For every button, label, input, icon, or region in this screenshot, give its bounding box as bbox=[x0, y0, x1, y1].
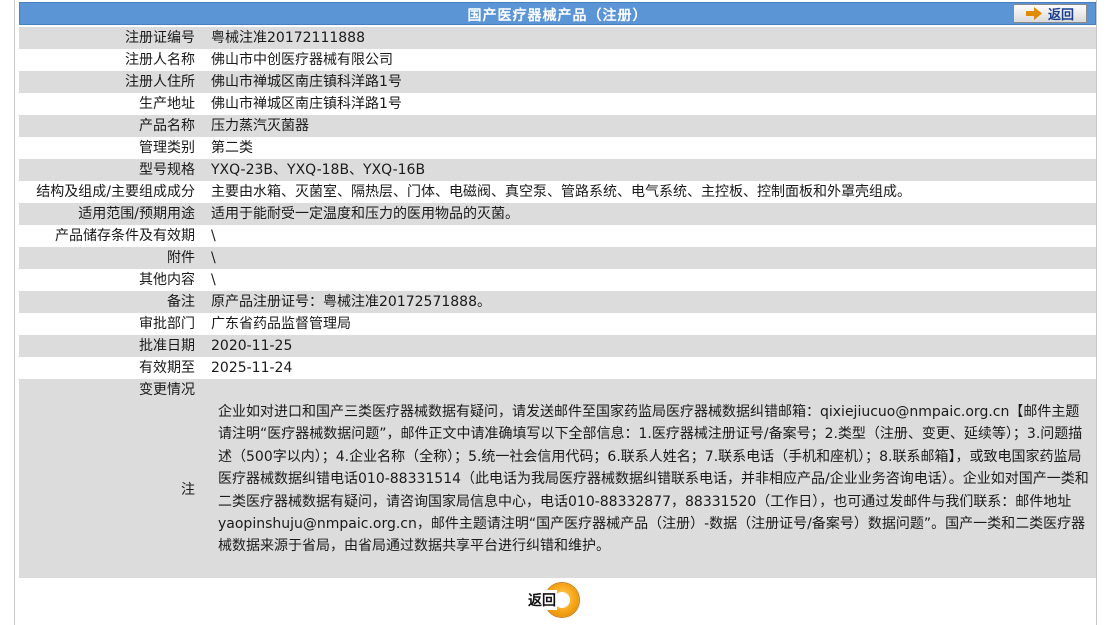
row-value: 广东省药品监督管理局 bbox=[203, 313, 1096, 335]
row-value: \ bbox=[203, 247, 1096, 269]
table-row: 其他内容 \ bbox=[19, 269, 1096, 291]
row-value: 2025-11-24 bbox=[203, 357, 1096, 379]
row-label: 附件 bbox=[19, 247, 203, 269]
row-value: 2020-11-25 bbox=[203, 335, 1096, 357]
registration-table: 注册证编号 粤械注准20172111888 注册人名称 佛山市中创医疗器械有限公司 注册… bbox=[19, 27, 1096, 379]
table-row: 生产地址 佛山市禅城区南庄镇科洋路1号 bbox=[19, 93, 1096, 115]
row-label: 其他内容 bbox=[19, 269, 203, 291]
row-value: 第二类 bbox=[203, 137, 1096, 159]
row-label: 管理类别 bbox=[19, 137, 203, 159]
row-label: 批准日期 bbox=[19, 335, 203, 357]
back-button-top[interactable]: 返回 bbox=[1013, 4, 1087, 23]
notes-section: 变更情况 注 企业如对进口和国产三类医疗器械数据有疑问，请发送邮件至国家药监局医… bbox=[19, 379, 1096, 578]
table-row: 注册人住所 佛山市禅城区南庄镇科洋路1号 bbox=[19, 71, 1096, 93]
table-row: 备注 原产品注册证号：粤械注准20172571888。 bbox=[19, 291, 1096, 313]
row-label: 适用范围/预期用途 bbox=[19, 203, 203, 225]
back-button-bottom-label: 返回 bbox=[527, 590, 557, 610]
detail-panel: 国产医疗器械产品（注册） 返回 注册证编号 粤械注准20172111888 注册人名… bbox=[14, 0, 1097, 625]
row-value: YXQ-23B、YXQ-18B、YXQ-16B bbox=[203, 159, 1096, 181]
row-label: 产品名称 bbox=[19, 115, 203, 137]
row-label: 结构及组成/主要组成成分 bbox=[19, 181, 203, 203]
row-label: 注册人住所 bbox=[19, 71, 203, 93]
row-label: 注册人名称 bbox=[19, 49, 203, 71]
title-bar: 国产医疗器械产品（注册） 返回 bbox=[19, 2, 1096, 25]
page-title: 国产医疗器械产品（注册） bbox=[467, 8, 648, 24]
table-row: 注册人名称 佛山市中创医疗器械有限公司 bbox=[19, 49, 1096, 71]
row-value: 佛山市禅城区南庄镇科洋路1号 bbox=[203, 71, 1096, 93]
table-row: 注册证编号 粤械注准20172111888 bbox=[19, 27, 1096, 49]
note-text: 企业如对进口和国产三类医疗器械数据有疑问，请发送邮件至国家药监局医疗器械数据纠错… bbox=[218, 404, 1089, 555]
row-value: \ bbox=[203, 269, 1096, 291]
row-value: 佛山市禅城区南庄镇科洋路1号 bbox=[203, 93, 1096, 115]
row-value: \ bbox=[203, 225, 1096, 247]
table-row: 附件 \ bbox=[19, 247, 1096, 269]
back-button-bottom[interactable]: 返回 bbox=[527, 581, 583, 617]
table-row: 批准日期 2020-11-25 bbox=[19, 335, 1096, 357]
row-label: 审批部门 bbox=[19, 313, 203, 335]
table-row: 审批部门 广东省药品监督管理局 bbox=[19, 313, 1096, 335]
table-row: 型号规格 YXQ-23B、YXQ-18B、YXQ-16B bbox=[19, 159, 1096, 181]
table-row: 产品名称 压力蒸汽灭菌器 bbox=[19, 115, 1096, 137]
row-value: 适用于能耐受一定温度和压力的医用物品的灭菌。 bbox=[203, 203, 1096, 225]
row-value: 主要由水箱、灭菌室、隔热层、门体、电磁阀、真空泵、管路系统、电气系统、主控板、控… bbox=[203, 181, 1096, 203]
row-value: 粤械注准20172111888 bbox=[203, 27, 1096, 49]
row-label: 产品储存条件及有效期 bbox=[19, 225, 203, 247]
row-value: 原产品注册证号：粤械注准20172571888。 bbox=[203, 291, 1096, 313]
row-label: 型号规格 bbox=[19, 159, 203, 181]
row-label: 备注 bbox=[19, 291, 203, 313]
row-label: 注册证编号 bbox=[19, 27, 203, 49]
row-value: 佛山市中创医疗器械有限公司 bbox=[203, 49, 1096, 71]
back-button-top-label: 返回 bbox=[1047, 8, 1074, 23]
note-label: 注 bbox=[181, 482, 195, 498]
table-row: 有效期至 2025-11-24 bbox=[19, 357, 1096, 379]
table-row: 结构及组成/主要组成成分 主要由水箱、灭菌室、隔热层、门体、电磁阀、真空泵、管路系… bbox=[19, 181, 1096, 203]
row-label: 有效期至 bbox=[19, 357, 203, 379]
table-row: 适用范围/预期用途 适用于能耐受一定温度和压力的医用物品的灭菌。 bbox=[19, 203, 1096, 225]
table-row: 管理类别 第二类 bbox=[19, 137, 1096, 159]
arrow-right-icon bbox=[1025, 7, 1042, 20]
row-label: 生产地址 bbox=[19, 93, 203, 115]
table-row: 产品储存条件及有效期 \ bbox=[19, 225, 1096, 247]
changes-label: 变更情况 bbox=[139, 382, 195, 398]
row-value: 压力蒸汽灭菌器 bbox=[203, 115, 1096, 137]
